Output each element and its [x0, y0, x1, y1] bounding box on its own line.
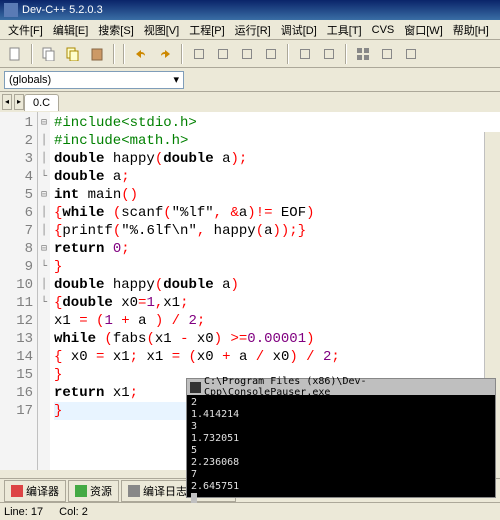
combo-value: (globals) [9, 74, 51, 86]
status-col: 2 [82, 506, 88, 518]
menu-item[interactable]: 调试[D] [277, 20, 321, 40]
console-window[interactable]: C:\Program Files (x86)\Dev-Cpp\ConsolePa… [186, 378, 496, 498]
menubar: 文件[F]编辑[E]搜索[S]视图[V]工程[P]运行[R]调试[D]工具[T]… [0, 20, 500, 40]
undo-button[interactable] [130, 43, 152, 65]
menu-item[interactable]: 编辑[E] [49, 20, 92, 40]
menu-item[interactable]: 运行[R] [231, 20, 275, 40]
console-output: 21.41421431.73205152.23606872.645751 [187, 395, 495, 507]
redo-button[interactable] [154, 43, 176, 65]
app-icon [4, 3, 18, 17]
paste-button[interactable] [86, 43, 108, 65]
tab-file[interactable]: 0.C [24, 94, 59, 111]
status-col-label: Col: [59, 506, 79, 518]
tool-d-button[interactable] [260, 43, 282, 65]
bottom-tab[interactable]: 编译日志 [121, 480, 194, 502]
console-icon [190, 382, 201, 393]
tool-b-button[interactable] [212, 43, 234, 65]
tab-right-arrow[interactable]: ▸ [14, 94, 24, 110]
tool-g-button[interactable] [376, 43, 398, 65]
globals-combo[interactable]: (globals) ▾ [4, 71, 184, 89]
tool-c-button[interactable] [236, 43, 258, 65]
copy2-button[interactable] [62, 43, 84, 65]
menu-item[interactable]: 窗口[W] [400, 20, 447, 40]
menu-item[interactable]: CVS [368, 22, 399, 38]
gutter: 1234567891011121314151617 [0, 112, 38, 470]
console-title-text: C:\Program Files (x86)\Dev-Cpp\ConsolePa… [204, 376, 492, 398]
grid-button[interactable] [352, 43, 374, 65]
fold-column[interactable]: ⊟││└⊟││⊟└│└ [38, 112, 50, 470]
tool-f-button[interactable] [318, 43, 340, 65]
tab-left-arrow[interactable]: ◂ [2, 94, 12, 110]
titlebar: Dev-C++ 5.2.0.3 [0, 0, 500, 20]
menu-item[interactable]: 视图[V] [140, 20, 183, 40]
tool-e-button[interactable] [294, 43, 316, 65]
status-line-label: Line: [4, 506, 28, 518]
bottom-tab[interactable]: 编译器 [4, 480, 66, 502]
menu-item[interactable]: 工程[P] [185, 20, 228, 40]
tab-label: 0.C [33, 97, 50, 109]
menu-item[interactable]: 搜索[S] [94, 20, 137, 40]
window-title: Dev-C++ 5.2.0.3 [22, 4, 103, 16]
status-line: 17 [31, 506, 43, 518]
toolbar-1 [0, 40, 500, 68]
menu-item[interactable]: 帮助[H] [449, 20, 493, 40]
copy-button[interactable] [38, 43, 60, 65]
tabstrip: ◂ ▸ 0.C [0, 92, 500, 112]
console-titlebar[interactable]: C:\Program Files (x86)\Dev-Cpp\ConsolePa… [187, 379, 495, 395]
menu-item[interactable]: 文件[F] [4, 20, 47, 40]
bottom-tab[interactable]: 资源 [68, 480, 119, 502]
new-button[interactable] [4, 43, 26, 65]
tool-h-button[interactable] [400, 43, 422, 65]
combo-bar: (globals) ▾ [0, 68, 500, 92]
tool-a-button[interactable] [188, 43, 210, 65]
menu-item[interactable]: 工具[T] [323, 20, 366, 40]
dropdown-icon: ▾ [173, 73, 179, 86]
